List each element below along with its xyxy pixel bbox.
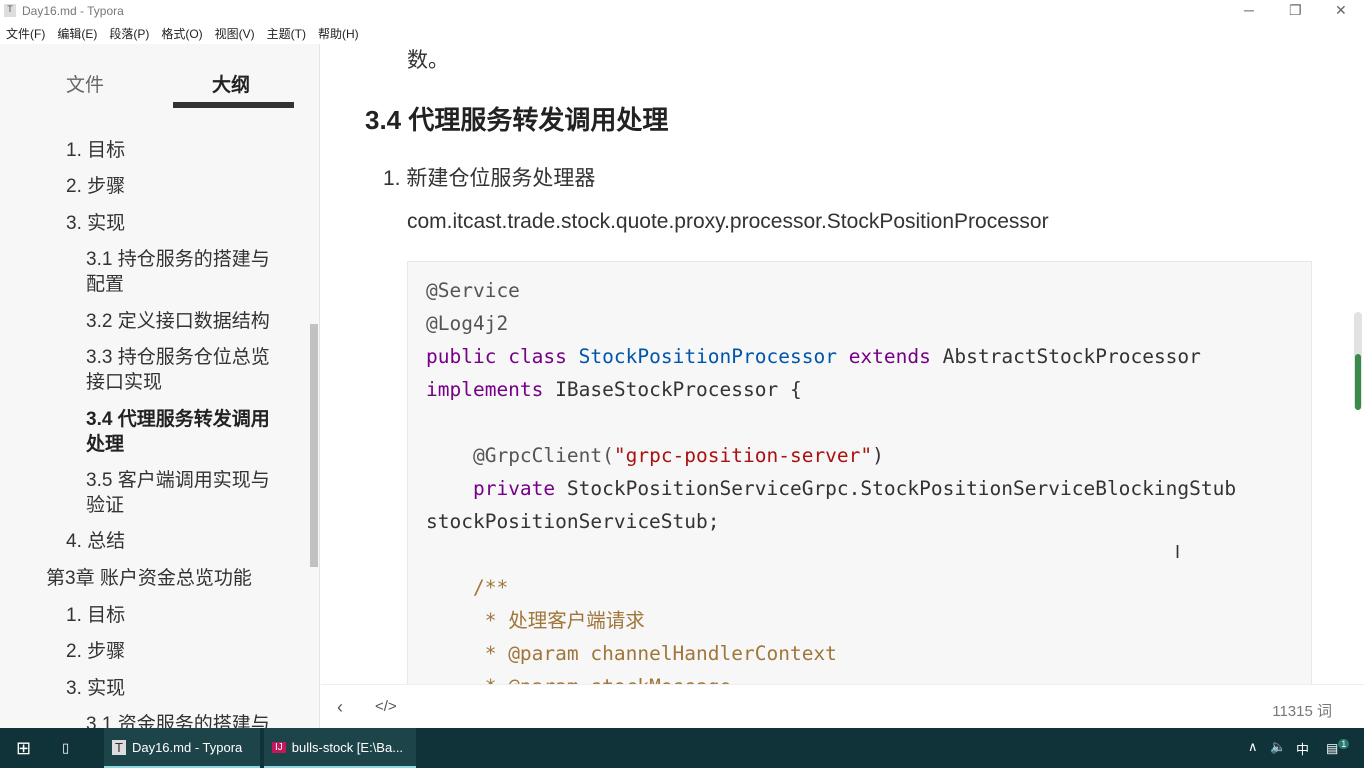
toggle-sidebar-icon[interactable]: ‹ (337, 697, 343, 718)
taskbar-item-label: Day16.md - Typora (131, 739, 243, 755)
scrollbar-thumb[interactable] (1355, 354, 1361, 410)
code-keyword: public (426, 345, 497, 368)
outline-item[interactable]: 1. 目标 (66, 603, 125, 628)
code-keyword: private (472, 477, 556, 500)
outline-item[interactable]: 3.3 持仓服务仓位总览 接口实现 (86, 345, 270, 395)
restore-button[interactable]: ❐ (1289, 2, 1302, 19)
outline-item-label: 3.3 持仓服务仓位总览 (86, 347, 270, 368)
outline-item[interactable]: 3.1 资金服务的搭建与 (86, 712, 270, 728)
source-code-mode-icon[interactable]: </> (375, 698, 397, 715)
word-count[interactable]: 11315 词 (1272, 700, 1332, 721)
task-view-icon[interactable]: ▯ (54, 728, 69, 768)
outline-item-label: 处理 (86, 434, 125, 455)
sidebar: 文件 大纲 1. 目标 2. 步骤 3. 实现 3.1 持仓服务的搭建与 配置 3… (0, 44, 320, 728)
menu-help[interactable]: 帮助(H) (318, 25, 359, 42)
notification-count: 1 (1338, 739, 1350, 749)
notification-icon[interactable]: ▤ 1 (1326, 739, 1350, 756)
code-comment: * 处理客户端请求 (472, 609, 645, 632)
outline-item-label: 3.4 代理服务转发调用 (86, 409, 270, 430)
intellij-icon: IJ (272, 741, 286, 753)
outline-item-label: 验证 (86, 495, 125, 516)
code-string: "grpc-position-server" (613, 444, 873, 467)
outline-item[interactable]: 3. 实现 (66, 211, 125, 236)
tab-outline[interactable]: 大纲 (212, 70, 250, 97)
outline-item[interactable]: 4. 总结 (66, 529, 125, 554)
paragraph: 数。 (407, 49, 449, 72)
menu-bar: 文件(F) 编辑(E) 段落(P) 格式(O) 视图(V) 主题(T) 帮助(H… (0, 22, 359, 44)
code-type: StockPositionServiceGrpc.StockPositionSe… (566, 477, 1237, 500)
tab-files[interactable]: 文件 (66, 70, 104, 97)
code-punct: ) (872, 444, 884, 467)
taskbar-item-typora[interactable]: T Day16.md - Typora (104, 728, 260, 768)
minimize-button[interactable]: ─ (1244, 2, 1254, 18)
outline-item[interactable]: 1. 目标 (66, 138, 125, 163)
outline-item[interactable]: 3. 实现 (66, 676, 125, 701)
list-item: 1. 新建仓位服务处理器 (383, 167, 596, 190)
code-keyword: implements (426, 378, 544, 401)
menu-format[interactable]: 格式(O) (161, 25, 202, 42)
volume-icon[interactable]: 🔈 (1270, 739, 1286, 755)
typora-app-icon: T (4, 4, 16, 17)
outline-item[interactable]: 3.1 持仓服务的搭建与 配置 (86, 247, 270, 297)
outline-item-label: 配置 (86, 274, 125, 295)
outline-item[interactable]: 2. 步骤 (66, 174, 125, 199)
windows-start-icon[interactable]: ⊞ (8, 728, 31, 768)
code-block[interactable]: @Service @Log4j2 public class StockPosit… (407, 261, 1312, 684)
editor-scrollbar[interactable] (1354, 312, 1362, 410)
close-button[interactable]: ✕ (1335, 2, 1347, 19)
package-path: com.itcast.trade.stock.quote.proxy.proce… (407, 210, 1049, 233)
title-bar: T Day16.md - Typora ─ ❐ ✕ (0, 0, 1364, 22)
chevron-up-icon[interactable]: ∧ (1248, 739, 1258, 755)
menu-file[interactable]: 文件(F) (6, 25, 45, 42)
taskbar: ⊞ ▯ T Day16.md - Typora IJ bulls-stock [E:… (0, 728, 1364, 768)
outline-item-label: 接口实现 (86, 372, 163, 393)
menu-edit[interactable]: 编辑(E) (57, 25, 97, 42)
code-type: AbstractStockProcessor (942, 345, 1201, 368)
taskbar-item-label: bulls-stock [E:\Ba... (291, 739, 404, 755)
ime-indicator[interactable]: 中 (1296, 739, 1309, 758)
menu-paragraph[interactable]: 段落(P) (109, 25, 149, 42)
outline-item-label: 3.1 持仓服务的搭建与 (86, 249, 270, 270)
status-bar: ‹ </> 11315 词 (321, 684, 1364, 728)
outline-item[interactable]: 2. 步骤 (66, 639, 125, 664)
code-comment: /** (472, 576, 509, 599)
sidebar-scrollbar[interactable] (310, 324, 318, 567)
code-comment: * @param stockMessage (473, 675, 732, 684)
heading: 3.4 代理服务转发调用处理 (365, 105, 669, 135)
code-annotation: @Service (426, 279, 520, 302)
code-comment: * @param channelHandlerContext (472, 642, 837, 665)
window-title: Day16.md - Typora (22, 4, 124, 18)
outline-item[interactable]: 3.2 定义接口数据结构 (86, 309, 270, 334)
outline-item[interactable]: 3.5 客户端调用实现与 验证 (86, 468, 270, 518)
code-annotation: @Log4j2 (426, 312, 509, 335)
typora-icon: T (112, 739, 126, 755)
code-classname: StockPositionProcessor (578, 345, 837, 368)
active-tab-indicator (173, 102, 294, 108)
outline-item-active[interactable]: 3.4 代理服务转发调用 处理 (86, 407, 270, 457)
text-cursor-icon: I (1175, 542, 1181, 562)
code-type: IBaseStockProcessor { (555, 378, 802, 401)
code-variable: stockPositionServiceStub; (426, 510, 720, 533)
editor[interactable]: 数。 3.4 代理服务转发调用处理 1. 新建仓位服务处理器 com.itcas… (321, 44, 1364, 684)
outline-item[interactable]: 第3章 账户资金总览功能 (46, 566, 252, 591)
code-annotation: @GrpcClient( (472, 444, 614, 467)
menu-view[interactable]: 视图(V) (215, 25, 255, 42)
code-keyword: extends (848, 345, 931, 368)
menu-theme[interactable]: 主题(T) (267, 25, 306, 42)
code-keyword: class (508, 345, 567, 368)
outline-item-label: 3.5 客户端调用实现与 (86, 470, 270, 491)
taskbar-item-intellij[interactable]: IJ bulls-stock [E:\Ba... (264, 728, 416, 768)
